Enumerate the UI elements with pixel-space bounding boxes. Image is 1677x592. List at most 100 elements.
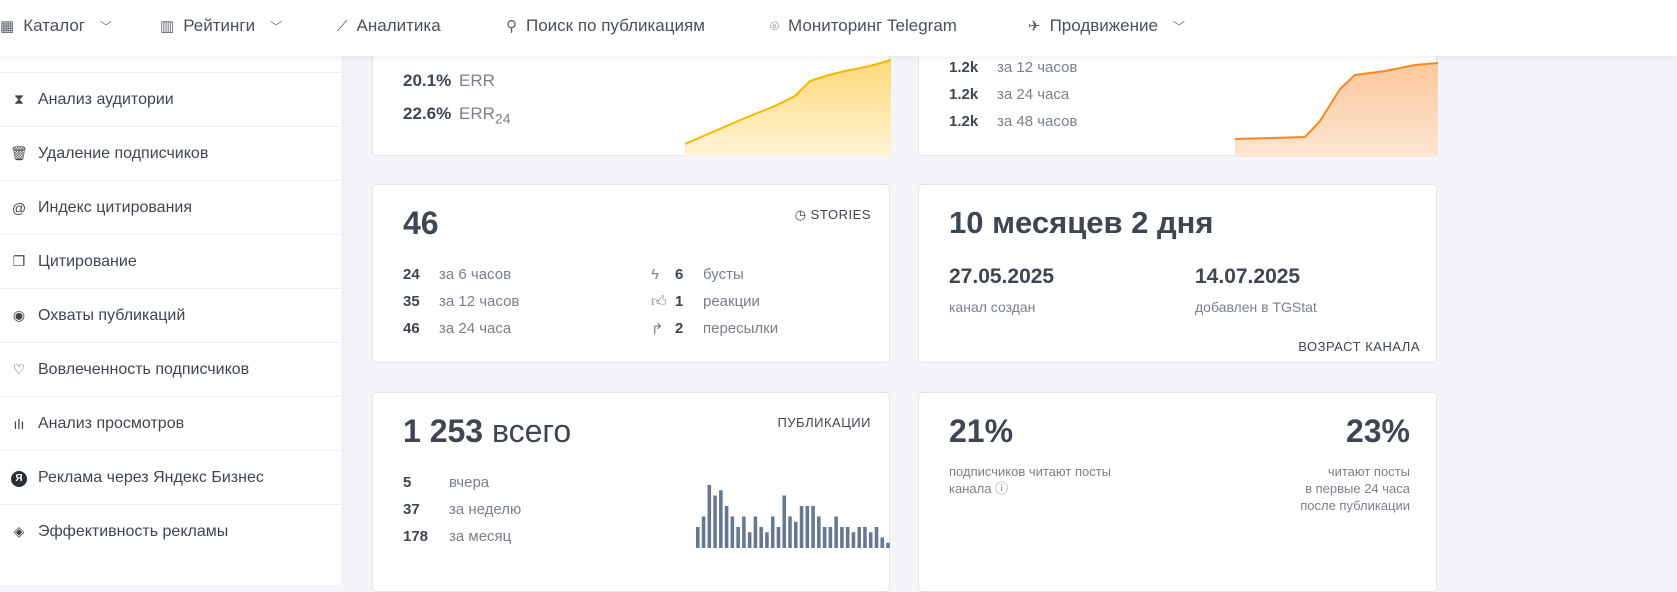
sidebar-item-label: Охваты публикаций bbox=[38, 306, 186, 324]
reach-sparkline bbox=[1235, 62, 1438, 157]
grid-icon: ▦ bbox=[0, 18, 15, 35]
posts-bar bbox=[828, 527, 833, 548]
sidebar: ⧗ Анализ аудитории 🗑 Удаление подписчиков … bbox=[0, 56, 343, 585]
reach-label: за 12 часов bbox=[997, 59, 1078, 76]
read-24h-label-line: в первые 24 часа bbox=[1305, 481, 1410, 496]
chevron-down-icon: ﹀ bbox=[270, 19, 283, 34]
posts-bar bbox=[776, 527, 781, 548]
sidebar-item-reach[interactable]: ◉ Охваты публикаций bbox=[0, 288, 343, 342]
top-navigation: ▦ Каталог ﹀ ▥ Рейтинги ﹀ ⟋ Аналитика ⚲ Поиск п… bbox=[0, 0, 1677, 56]
bolt-icon: ϟ bbox=[651, 266, 659, 283]
added-date: 14.07.2025 bbox=[1195, 265, 1301, 288]
posts-bar bbox=[770, 516, 775, 548]
read-24h-label-line: после публикации bbox=[1300, 498, 1410, 513]
posts-bar bbox=[736, 527, 740, 548]
posts-title: ПУБЛИКАЦИИ bbox=[777, 415, 871, 430]
posts-bar bbox=[817, 516, 821, 548]
created-date: 27.05.2025 bbox=[949, 265, 1055, 288]
posts-bar bbox=[845, 527, 850, 548]
sidebar-item-views[interactable]: ılı Анализ просмотров bbox=[0, 396, 343, 450]
reading-card: 21% подписчиков читают посты канала ⓘ 23… bbox=[918, 392, 1437, 592]
nav-search[interactable]: ⚲ Поиск по публикациям bbox=[506, 16, 705, 36]
at-icon: @ bbox=[11, 199, 27, 216]
err24-label: ERR24 bbox=[459, 104, 511, 127]
posts-total-value: 1 253 bbox=[403, 413, 484, 449]
read-24h-label-line: читают посты bbox=[1327, 464, 1410, 479]
created-label: канал создан bbox=[949, 299, 1036, 315]
sidebar-item-label: Анализ аудитории bbox=[38, 90, 174, 108]
sidebar-item-engagement[interactable]: ♡ Вовлеченность подписчиков bbox=[0, 342, 343, 396]
posts-bar bbox=[765, 532, 769, 548]
stories-value: 46 bbox=[403, 320, 420, 337]
nav-ratings[interactable]: ▥ Рейтинги ﹀ bbox=[160, 16, 282, 36]
nav-promotion[interactable]: ✈ Продвижение ﹀ bbox=[1028, 16, 1185, 36]
nav-label: Рейтинги bbox=[183, 16, 256, 35]
posts-bar bbox=[822, 527, 827, 548]
sidebar-item-unsubscribe[interactable]: 🗑 Удаление подписчиков bbox=[0, 126, 343, 180]
sidebar-item-audience[interactable]: ⧗ Анализ аудитории bbox=[0, 72, 343, 126]
sidebar-item-citation[interactable]: ❐ Цитирование bbox=[0, 234, 343, 288]
posts-label: вчера bbox=[449, 474, 490, 491]
nav-analytics[interactable]: ⟋ Аналитика bbox=[337, 16, 441, 36]
posts-value: 178 bbox=[403, 528, 429, 545]
reactions-label: реакции bbox=[703, 293, 760, 310]
posts-bar bbox=[840, 527, 844, 548]
nav-label: Аналитика bbox=[356, 16, 441, 35]
reactions-value: 1 bbox=[675, 293, 684, 310]
posts-bar bbox=[811, 506, 815, 548]
stories-label: за 6 часов bbox=[439, 266, 512, 283]
nav-catalog[interactable]: ▦ Каталог ﹀ bbox=[0, 16, 112, 36]
nav-label: Продвижение bbox=[1049, 16, 1158, 35]
forwards-value: 2 bbox=[675, 320, 684, 337]
sidebar-item-ad-efficiency[interactable]: ◈ Эффективность рекламы bbox=[0, 504, 343, 558]
stories-title: ◷ STORIES bbox=[795, 207, 871, 223]
posts-bar bbox=[834, 516, 838, 548]
clock-icon: ◷ bbox=[794, 207, 811, 222]
chevron-down-icon: ﹀ bbox=[1172, 19, 1185, 34]
reach-label: за 48 часов bbox=[997, 113, 1078, 130]
err-value: 20.1% bbox=[403, 71, 452, 90]
hourglass-icon: ⧗ bbox=[14, 91, 24, 107]
sidebar-item-label: Анализ просмотров bbox=[38, 414, 185, 432]
channel-age-card: 10 месяцев 2 дня 27.05.2025 канал создан… bbox=[918, 184, 1437, 363]
posts-card: 1 253 всего ПУБЛИКАЦИИ 5 вчера 37 за недел… bbox=[372, 392, 890, 592]
sidebar-item-label: Цитирование bbox=[38, 252, 137, 270]
channel-age: 10 месяцев 2 дня bbox=[949, 205, 1214, 240]
sidebar-item-yandex[interactable]: Я Реклама через Яндекс Бизнес bbox=[0, 450, 343, 504]
boosts-value: 6 bbox=[675, 266, 684, 283]
posts-bar bbox=[713, 495, 717, 548]
boosts-label: бусты bbox=[703, 266, 744, 283]
err24-sub: 24 bbox=[494, 111, 511, 128]
posts-bar bbox=[742, 516, 746, 548]
posts-bar bbox=[868, 532, 873, 548]
sidebar-item-label: Индекс цитирования bbox=[38, 198, 193, 216]
posts-total-suffix: всего bbox=[491, 413, 572, 449]
bars-icon: ılı bbox=[13, 415, 25, 432]
rocket-icon: ✈ bbox=[1028, 18, 1041, 35]
bar-chart-icon: ▥ bbox=[160, 18, 175, 35]
read-percent-label-text: подписчиков читают посты канала bbox=[949, 464, 1112, 496]
stories-card: 46 ◷ STORIES 24 за 6 часов 35 за 12 часов … bbox=[372, 184, 890, 363]
chevron-down-icon: ﹀ bbox=[100, 19, 113, 34]
read-24h-label: читают посты в первые 24 часа после публик… bbox=[1300, 463, 1410, 514]
posts-bar bbox=[759, 527, 763, 548]
info-icon[interactable]: ⓘ bbox=[995, 481, 1008, 496]
monitor-icon: ⌾ bbox=[770, 17, 780, 35]
nav-label: Мониторинг Telegram bbox=[788, 16, 957, 35]
stories-value: 24 bbox=[403, 266, 420, 283]
sidebar-item-label: Удаление подписчиков bbox=[38, 144, 209, 162]
target-icon: ◈ bbox=[13, 523, 25, 539]
posts-bar bbox=[747, 532, 752, 548]
reach-value: 1.2k bbox=[949, 59, 979, 76]
nav-label: Поиск по публикациям bbox=[526, 16, 705, 35]
posts-value: 5 bbox=[403, 474, 412, 491]
reach-value: 1.2k bbox=[949, 86, 979, 103]
eye-icon: ◉ bbox=[12, 307, 26, 323]
sidebar-item-citation-index[interactable]: @ Индекс цитирования bbox=[0, 180, 343, 234]
posts-bar bbox=[886, 542, 890, 548]
read-24h-percent: 23% bbox=[1345, 413, 1410, 449]
stories-label: за 12 часов bbox=[439, 293, 520, 310]
nav-monitoring[interactable]: ⌾ Мониторинг Telegram bbox=[770, 16, 957, 36]
posts-bar-chart bbox=[696, 485, 890, 548]
posts-bar bbox=[863, 527, 867, 548]
